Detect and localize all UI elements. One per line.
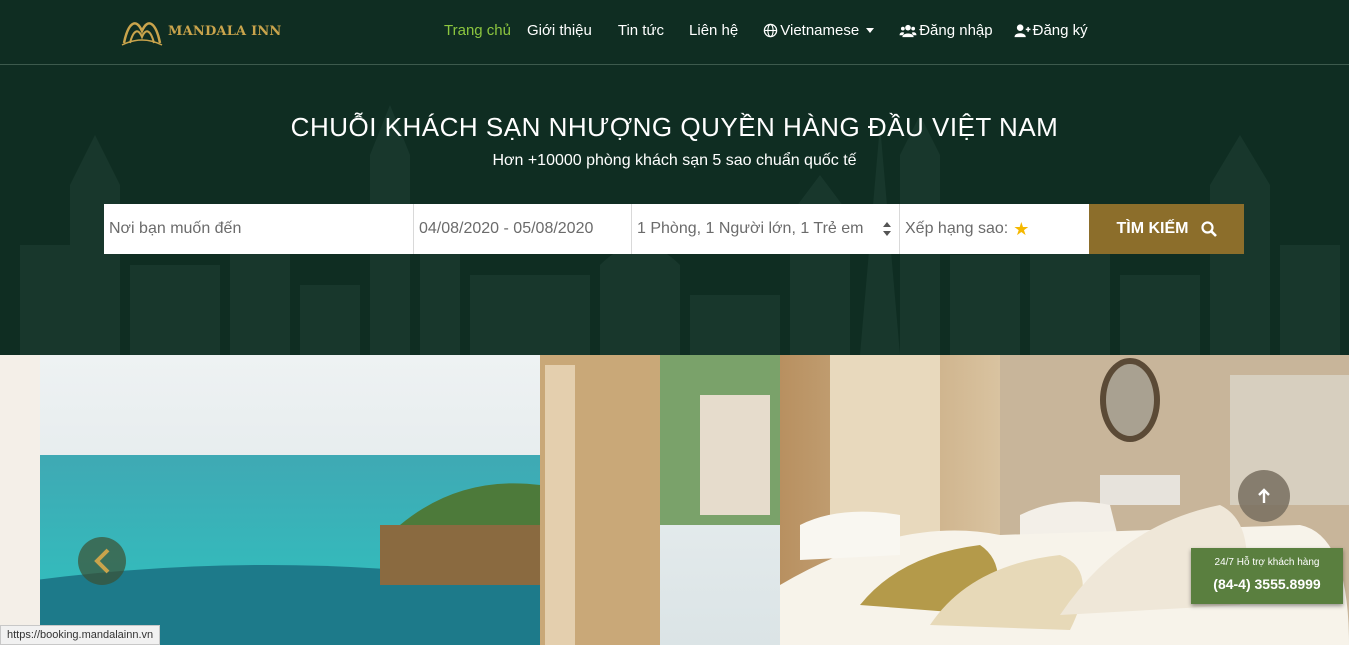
mandala-logo-icon bbox=[121, 22, 163, 46]
globe-icon bbox=[764, 23, 778, 38]
guests-select[interactable]: 1 Phòng, 1 Người lớn, 1 Trẻ em bbox=[632, 204, 900, 254]
search-button-label: TÌM KIẾM bbox=[1116, 220, 1189, 237]
login-link[interactable]: Đăng nhập bbox=[899, 22, 993, 39]
banner-image bbox=[0, 355, 1349, 645]
nav-contact[interactable]: Liên hệ bbox=[689, 22, 738, 39]
search-button[interactable]: TÌM KIẾM bbox=[1089, 204, 1244, 254]
register-link[interactable]: Đăng ký bbox=[1014, 22, 1088, 39]
status-bar-url: https://booking.mandalainn.vn bbox=[0, 625, 161, 645]
hero-section: CHUỖI KHÁCH SẠN NHƯỢNG QUYỀN HÀNG ĐẦU VI… bbox=[0, 66, 1349, 355]
destination-input[interactable]: Nơi bạn muốn đến bbox=[104, 204, 414, 254]
support-label: 24/7 Hỗ trợ khách hàng bbox=[1214, 557, 1320, 568]
brand-logo[interactable]: MANDALA INN bbox=[120, 13, 282, 49]
user-plus-icon bbox=[1014, 24, 1031, 38]
main-nav: Trang chủ Giới thiệu Tin tức Liên hệ Vie… bbox=[444, 22, 1088, 39]
nav-about[interactable]: Giới thiệu bbox=[527, 22, 592, 39]
date-range-input[interactable]: 04/08/2020 - 05/08/2020 bbox=[414, 204, 632, 254]
support-phone: (84-4) 3555.8999 bbox=[1213, 576, 1321, 592]
star-icon[interactable]: ★ bbox=[1013, 219, 1029, 240]
login-label: Đăng nhập bbox=[919, 22, 993, 39]
brand-name: MANDALA INN bbox=[168, 23, 282, 39]
guests-value: 1 Phòng, 1 Người lớn, 1 Trẻ em bbox=[637, 220, 864, 237]
chevron-left-icon bbox=[94, 548, 110, 574]
hero-subtitle: Hơn +10000 phòng khách sạn 5 sao chuẩn q… bbox=[492, 152, 857, 169]
arrow-up-icon bbox=[1258, 488, 1270, 503]
hero-title: CHUỖI KHÁCH SẠN NHƯỢNG QUYỀN HÀNG ĐẦU VI… bbox=[290, 112, 1059, 142]
language-label: Vietnamese bbox=[780, 22, 860, 39]
hotel-room-photo bbox=[0, 355, 1349, 645]
search-form: Nơi bạn muốn đến 04/08/2020 - 05/08/2020… bbox=[104, 204, 1244, 254]
carousel-prev-button[interactable] bbox=[78, 537, 126, 585]
register-label: Đăng ký bbox=[1032, 22, 1088, 39]
nav-home[interactable]: Trang chủ bbox=[444, 22, 511, 39]
navbar: MANDALA INN Trang chủ Giới thiệu Tin tức… bbox=[0, 0, 1349, 65]
sort-arrows-icon bbox=[883, 222, 891, 236]
language-dropdown[interactable]: Vietnamese bbox=[763, 22, 875, 39]
users-icon bbox=[899, 24, 917, 38]
scroll-to-top-button[interactable] bbox=[1238, 470, 1290, 522]
customer-support-widget[interactable]: 24/7 Hỗ trợ khách hàng (84-4) 3555.8999 bbox=[1191, 548, 1343, 604]
nav-news[interactable]: Tin tức bbox=[618, 22, 664, 39]
search-icon bbox=[1200, 221, 1217, 237]
star-rating-field[interactable]: Xếp hạng sao: ★ bbox=[900, 204, 1089, 254]
chevron-down-icon bbox=[866, 28, 875, 33]
star-rating-label: Xếp hạng sao: bbox=[905, 220, 1009, 237]
